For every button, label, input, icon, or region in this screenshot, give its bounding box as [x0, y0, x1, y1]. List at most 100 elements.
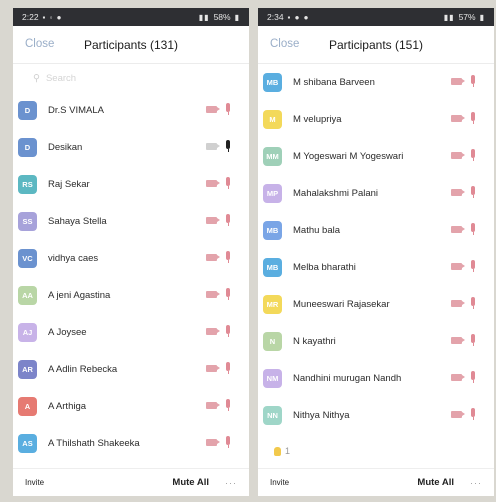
participant-row[interactable]: MP Mahalakshmi Palani — [258, 175, 494, 212]
video-off-icon — [451, 189, 465, 196]
close-button[interactable]: Close — [25, 38, 54, 50]
signal-icon: ▮▮ — [198, 12, 210, 22]
invite-button[interactable]: Invite — [25, 478, 44, 487]
participant-row[interactable]: AS A Thilshath Shakeeka — [13, 425, 249, 462]
avatar: MB — [263, 258, 282, 277]
participant-row[interactable]: D Desikan — [13, 129, 249, 166]
avatar: A — [18, 397, 37, 416]
more-icon[interactable]: ··· — [470, 478, 482, 488]
participant-list: D Dr.S VIMALA D Desikan RS Raj Sekar SS Sahaya … — [13, 92, 249, 462]
participant-name: vidhya caes — [48, 253, 99, 264]
participant-name: A Adlin Rebecka — [48, 364, 118, 375]
avatar: AR — [18, 360, 37, 379]
video-off-icon — [451, 300, 465, 307]
avatar: SS — [18, 212, 37, 231]
invite-button[interactable]: Invite — [270, 478, 289, 487]
avatar: RS — [18, 175, 37, 194]
search-icon: ⚲ — [33, 72, 40, 84]
participant-row[interactable]: VC vidhya caes — [13, 240, 249, 277]
participant-row[interactable]: MM M Yogeswari M Yogeswari — [258, 138, 494, 175]
participant-name: Dr.S VIMALA — [48, 105, 104, 116]
raised-hand-icon — [274, 446, 281, 456]
video-off-icon — [451, 374, 465, 381]
raised-hands[interactable]: 1 — [274, 446, 290, 456]
participant-row[interactable]: AJ A Joysee — [13, 314, 249, 351]
mic-muted-icon — [471, 112, 475, 124]
avatar: MB — [263, 73, 282, 92]
participant-name: A Joysee — [48, 327, 87, 338]
battery-icon: ▮ — [479, 12, 485, 22]
participant-name: M Yogeswari M Yogeswari — [293, 151, 404, 162]
video-off-icon — [451, 115, 465, 122]
search-input[interactable] — [45, 72, 186, 84]
participant-row[interactable]: MR Muneeswari Rajasekar — [258, 286, 494, 323]
video-off-icon — [451, 337, 465, 344]
participant-row[interactable]: NN Nithya Nithya — [258, 397, 494, 434]
raised-hand-count: 1 — [285, 446, 291, 456]
participant-name: Nandhini murugan Nandh — [293, 373, 402, 384]
participant-row[interactable]: SS Sahaya Stella — [13, 203, 249, 240]
bottom-bar: Invite Mute All ··· — [13, 468, 249, 496]
mic-muted-icon — [471, 408, 475, 420]
mic-muted-icon — [471, 223, 475, 235]
mute-all-button[interactable]: Mute All — [172, 477, 209, 488]
participant-name: A jeni Agastina — [48, 290, 111, 301]
video-off-icon — [206, 402, 220, 409]
participant-row[interactable]: MB M shibana Barveen — [258, 64, 494, 101]
avatar: AA — [18, 286, 37, 305]
avatar: AJ — [18, 323, 37, 342]
status-bar: 2:34 ▪ ● ● ▮▮ 57% ▮ — [258, 8, 494, 26]
video-off-icon — [451, 263, 465, 270]
mic-muted-icon — [226, 399, 230, 411]
video-off-icon — [206, 106, 220, 113]
avatar: D — [18, 101, 37, 120]
participant-row[interactable]: D Dr.S VIMALA — [13, 92, 249, 129]
more-icon[interactable]: ··· — [225, 478, 237, 488]
mic-muted-icon — [471, 371, 475, 383]
participant-row[interactable]: A A Arthiga — [13, 388, 249, 425]
participant-name: Muneeswari Rajasekar — [293, 299, 390, 310]
mic-muted-icon — [471, 75, 475, 87]
mic-muted-icon — [471, 334, 475, 346]
participant-row[interactable]: M M velupriya — [258, 101, 494, 138]
battery-icon: ▮ — [234, 12, 240, 22]
participant-row[interactable]: RS Raj Sekar — [13, 166, 249, 203]
close-button[interactable]: Close — [270, 38, 299, 50]
avatar: MP — [263, 184, 282, 203]
participant-list: MB M shibana Barveen M M velupriya MM M Yoges… — [258, 64, 494, 434]
video-off-icon — [206, 217, 220, 224]
search-bar[interactable]: ⚲ — [13, 64, 249, 92]
mute-all-button[interactable]: Mute All — [417, 477, 454, 488]
mic-muted-icon — [226, 362, 230, 374]
avatar: N — [263, 332, 282, 351]
video-off-icon — [451, 226, 465, 233]
mic-on-icon — [226, 140, 230, 152]
bottom-bar: Invite Mute All ··· — [258, 468, 494, 496]
participants-header: Close Participants (131) — [13, 26, 249, 64]
avatar: M — [263, 110, 282, 129]
mic-muted-icon — [226, 177, 230, 189]
avatar: D — [18, 138, 37, 157]
participant-row[interactable]: NM Nandhini murugan Nandh — [258, 360, 494, 397]
video-off-icon — [206, 365, 220, 372]
video-off-icon — [206, 254, 220, 261]
signal-icon: ▮▮ — [443, 12, 455, 22]
status-time: 2:34 — [267, 12, 284, 22]
participant-name: Mathu bala — [293, 225, 341, 236]
participant-row[interactable]: N N kayathri — [258, 323, 494, 360]
participant-row[interactable]: MB Melba bharathi — [258, 249, 494, 286]
video-off-icon — [451, 152, 465, 159]
participant-name: Desikan — [48, 142, 83, 153]
participant-name: Mahalakshmi Palani — [293, 188, 379, 199]
mic-muted-icon — [471, 260, 475, 272]
participant-name: M shibana Barveen — [293, 77, 375, 88]
participant-row[interactable]: AR A Adlin Rebecka — [13, 351, 249, 388]
avatar: VC — [18, 249, 37, 268]
video-off-icon — [206, 291, 220, 298]
mic-muted-icon — [226, 251, 230, 263]
participant-row[interactable]: MB Mathu bala — [258, 212, 494, 249]
video-off-icon — [451, 78, 465, 85]
participant-row[interactable]: AA A jeni Agastina — [13, 277, 249, 314]
video-off-icon — [451, 411, 465, 418]
avatar: AS — [18, 434, 37, 453]
